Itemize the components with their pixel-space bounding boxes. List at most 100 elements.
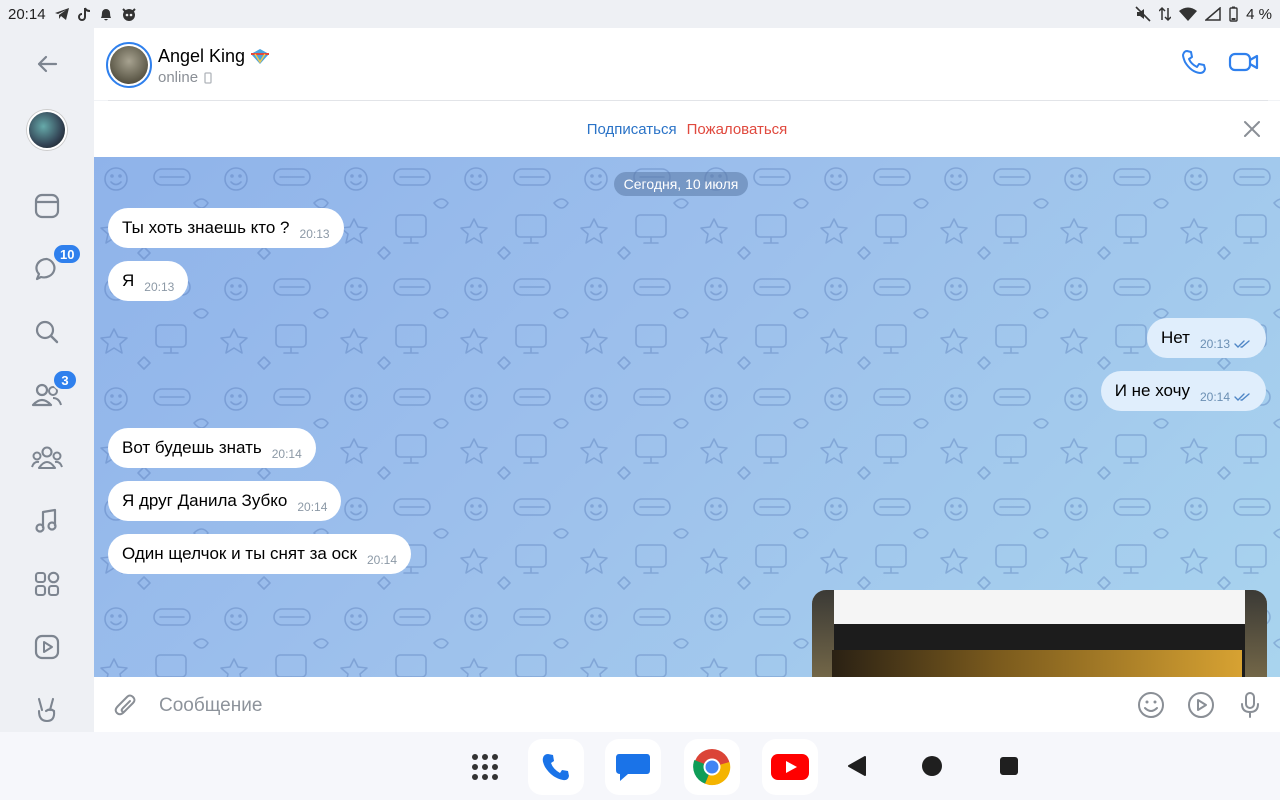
chat-history[interactable]: Сегодня, 10 июля Ты хоть знаешь кто ? 20… — [94, 157, 1280, 677]
message-bubble-incoming[interactable]: Вот будешь знать 20:14 — [108, 428, 316, 468]
tiktok-icon — [77, 7, 90, 21]
play-circle-icon — [1188, 692, 1214, 718]
message-text: Нет — [1161, 328, 1190, 347]
status-time: 20:14 — [8, 5, 46, 23]
attachment-preview-nav — [812, 624, 1267, 650]
clips-button[interactable] — [0, 696, 94, 724]
microphone-icon — [1241, 692, 1259, 718]
call-button[interactable] — [1177, 45, 1211, 79]
smiley-icon — [1138, 692, 1164, 718]
home-circle-icon — [922, 756, 942, 776]
contact-name: Angel King — [158, 46, 246, 66]
phone-app-icon — [542, 754, 569, 781]
mute-icon — [1135, 6, 1151, 22]
back-nav-button[interactable] — [843, 752, 871, 780]
close-icon[interactable] — [1242, 119, 1262, 139]
community-icon — [31, 446, 63, 470]
play-box-icon — [34, 634, 60, 660]
report-link[interactable]: Пожаловаться — [687, 121, 788, 138]
message-time: 20:13 — [144, 280, 175, 294]
contact-name-row[interactable]: Angel King — [158, 46, 271, 67]
video-button[interactable] — [0, 633, 94, 661]
recents-nav-button[interactable] — [995, 752, 1023, 780]
message-input[interactable]: Сообщение — [159, 695, 262, 717]
peace-hand-icon — [37, 697, 56, 723]
message-time: 20:14 — [367, 553, 398, 567]
message-time: 20:13 — [1199, 337, 1230, 351]
music-button[interactable] — [0, 507, 94, 535]
profile-avatar-button[interactable] — [0, 110, 94, 150]
app-drawer-button[interactable] — [457, 739, 513, 795]
message-text: Вот будешь знать — [122, 438, 262, 457]
telegram-icon — [54, 8, 69, 20]
avatar — [27, 110, 67, 150]
search-button[interactable] — [0, 318, 94, 346]
message-bubble-incoming[interactable]: Один щелчок и ты снят за оск 20:14 — [108, 534, 412, 574]
double-check-icon — [1234, 340, 1250, 348]
message-text: Ты хоть знаешь кто ? — [122, 218, 290, 237]
attachment-preview-header — [812, 590, 1267, 624]
communities-button[interactable] — [0, 444, 94, 472]
home-nav-button[interactable] — [918, 752, 946, 780]
youtube-icon — [771, 754, 809, 780]
contact-status: online — [158, 69, 199, 86]
messages-app-icon — [616, 754, 650, 781]
music-note-icon — [35, 508, 57, 533]
screenshot-attachment[interactable] — [812, 590, 1267, 677]
subscribe-link[interactable]: Подписаться — [587, 121, 677, 138]
wifi-icon — [1179, 7, 1198, 21]
data-arrows-icon — [1159, 6, 1172, 22]
friends-badge: 3 — [52, 369, 78, 391]
message-text: И не хочу — [1114, 381, 1190, 400]
video-call-button[interactable] — [1227, 45, 1261, 79]
search-icon — [35, 320, 59, 344]
navigation-rail: 10 3 — [0, 28, 94, 732]
mobile-device-icon — [204, 71, 212, 84]
arrow-left-icon — [37, 55, 58, 73]
battery-icon — [1229, 6, 1238, 22]
phone-app-button[interactable] — [528, 739, 584, 795]
video-camera-icon — [1228, 52, 1259, 72]
message-time: 20:14 — [297, 500, 328, 514]
friends-button[interactable] — [0, 381, 94, 409]
message-time: 20:14 — [1199, 390, 1230, 404]
message-time: 20:13 — [299, 227, 330, 241]
verified-emoji-icon — [251, 48, 270, 64]
message-bubble-outgoing[interactable]: Нет 20:13 — [1147, 318, 1266, 358]
app-drawer-icon — [472, 754, 498, 780]
message-bubble-incoming[interactable]: Я 20:13 — [108, 261, 189, 301]
double-check-icon — [1234, 393, 1250, 401]
contact-status-row: online — [158, 69, 212, 86]
messages-app-button[interactable] — [605, 739, 661, 795]
message-bubble-outgoing[interactable]: И не хочу 20:14 — [1100, 371, 1266, 411]
contact-avatar[interactable] — [106, 42, 152, 88]
message-bubble-incoming[interactable]: Я друг Данила Зубко 20:14 — [108, 481, 342, 521]
chrome-icon — [693, 749, 731, 786]
message-time: 20:14 — [271, 447, 302, 461]
chrome-app-button[interactable] — [684, 739, 740, 795]
youtube-app-button[interactable] — [762, 739, 818, 795]
message-bubble-incoming[interactable]: Ты хоть знаешь кто ? 20:13 — [108, 208, 344, 248]
feed-button[interactable] — [0, 192, 94, 220]
signal-icon — [1205, 7, 1221, 21]
message-text: Я друг Данила Зубко — [122, 491, 288, 510]
system-navigation-bar — [0, 732, 1280, 800]
voice-button[interactable] — [1235, 690, 1265, 720]
stranger-action-bar: Подписаться Пожаловаться — [94, 101, 1280, 157]
emoji-button[interactable] — [1136, 690, 1166, 720]
phone-icon — [1182, 50, 1206, 74]
services-button[interactable] — [0, 570, 94, 598]
message-text: Я — [122, 271, 135, 290]
grid-icon — [34, 571, 60, 597]
message-composer: Сообщение — [94, 677, 1280, 732]
attach-button[interactable] — [111, 690, 141, 720]
app-icon — [121, 7, 136, 21]
attachment-preview-image — [832, 650, 1242, 677]
paperclip-icon — [114, 694, 136, 716]
back-button[interactable] — [0, 52, 94, 76]
recents-square-icon — [1000, 757, 1018, 775]
battery-percent: 4 % — [1246, 5, 1272, 23]
message-text: Один щелчок и ты снят за оск — [122, 544, 357, 563]
notification-bell-icon — [100, 8, 111, 20]
clip-button[interactable] — [1186, 690, 1216, 720]
